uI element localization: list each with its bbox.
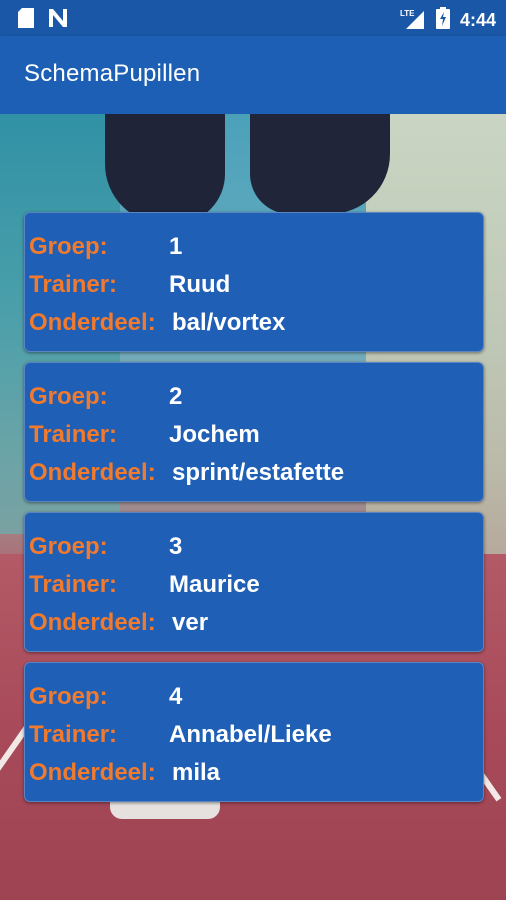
trainer-label: Trainer: — [29, 421, 118, 448]
trainer-value: Ruud — [169, 271, 231, 298]
onderdeel-value: mila — [172, 759, 221, 786]
group-card[interactable]: Groep: 1 Trainer: Ruud Onderdeel: bal/vo… — [24, 212, 484, 352]
trainer-label: Trainer: — [29, 721, 118, 748]
sd-card-icon — [18, 8, 34, 33]
trainer-label: Trainer: — [29, 271, 118, 298]
runner-leg-left — [105, 114, 225, 224]
trainer-label: Trainer: — [29, 571, 118, 598]
groep-value: 2 — [169, 383, 183, 410]
svg-text:LTE: LTE — [400, 9, 415, 18]
status-bar-right: LTE 4:44 — [400, 7, 496, 34]
onderdeel-label: Onderdeel: — [29, 609, 156, 636]
group-card-list: Groep: 1 Trainer: Ruud Onderdeel: bal/vo… — [24, 212, 484, 812]
groep-value: 1 — [169, 233, 183, 260]
n-notification-icon — [48, 8, 68, 33]
onderdeel-label: Onderdeel: — [29, 309, 156, 336]
onderdeel-value: ver — [172, 609, 209, 636]
group-card[interactable]: Groep: 4 Trainer: Annabel/Lieke Onderdee… — [24, 662, 484, 802]
groep-label: Groep: — [29, 683, 108, 710]
app-bar: SchemaPupillen — [0, 36, 506, 114]
status-bar-left — [18, 8, 68, 33]
onderdeel-label: Onderdeel: — [29, 459, 156, 486]
trainer-value: Jochem — [169, 421, 260, 448]
app-title: SchemaPupillen — [24, 60, 201, 87]
groep-label: Groep: — [29, 383, 108, 410]
group-card[interactable]: Groep: 2 Trainer: Jochem Onderdeel: spri… — [24, 362, 484, 502]
groep-label: Groep: — [29, 533, 108, 560]
status-bar: LTE 4:44 — [0, 0, 506, 36]
groep-value: 3 — [169, 533, 183, 560]
onderdeel-label: Onderdeel: — [29, 759, 156, 786]
runner-leg-right — [250, 114, 390, 214]
onderdeel-value: sprint/estafette — [172, 459, 345, 486]
groep-value: 4 — [169, 683, 183, 710]
status-time: 4:44 — [459, 10, 496, 30]
groep-label: Groep: — [29, 233, 108, 260]
battery-charging-icon — [435, 7, 450, 34]
onderdeel-value: bal/vortex — [172, 309, 286, 336]
trainer-value: Maurice — [169, 571, 260, 598]
lte-signal-icon: LTE — [400, 7, 426, 34]
group-card[interactable]: Groep: 3 Trainer: Maurice Onderdeel: ver — [24, 512, 484, 652]
trainer-value: Annabel/Lieke — [169, 721, 332, 748]
